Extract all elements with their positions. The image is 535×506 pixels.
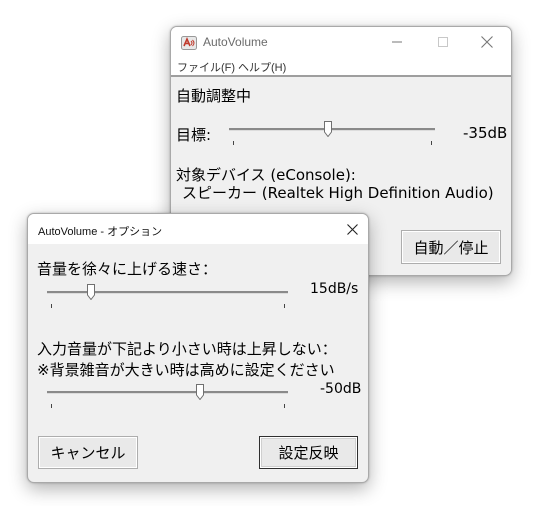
title-bar[interactable]: AutoVolume: [171, 27, 511, 57]
maximize-icon: [438, 37, 448, 47]
slider-track: [47, 391, 288, 394]
slider-tick-min: [51, 304, 52, 308]
slider-track: [229, 128, 435, 131]
target-volume-slider[interactable]: [229, 121, 435, 148]
status-text: 自動調整中: [176, 87, 252, 105]
threshold-label-line2: ※背景雑音が大きい時は高めに設定ください: [37, 361, 335, 379]
slider-tick-max: [284, 404, 285, 408]
rise-speed-value: 15dB/s: [310, 281, 359, 297]
options-window: AutoVolume - オプション 音量を徐々に上げる速さ： 15dB/s 入…: [27, 213, 369, 483]
slider-track: [47, 291, 288, 294]
close-icon: [481, 36, 493, 48]
threshold-value: -50dB: [320, 381, 362, 397]
minimize-button[interactable]: [375, 27, 419, 57]
slider-thumb[interactable]: [87, 284, 95, 301]
minimize-icon: [392, 41, 402, 43]
rise-speed-slider[interactable]: [47, 284, 288, 311]
close-button[interactable]: [465, 27, 509, 57]
menu-help[interactable]: ヘルプ(H): [238, 59, 286, 75]
apply-settings-button[interactable]: 設定反映: [259, 436, 358, 469]
slider-thumb[interactable]: [196, 384, 204, 401]
options-close-button[interactable]: [342, 220, 362, 238]
close-icon: [346, 223, 358, 235]
window-title: AutoVolume: [203, 35, 268, 49]
autovolume-app-icon: [181, 35, 197, 50]
options-title-bar[interactable]: AutoVolume - オプション: [28, 214, 368, 244]
threshold-slider[interactable]: [47, 384, 288, 411]
menu-file[interactable]: ファイル(F): [177, 59, 235, 75]
slider-tick-max: [431, 141, 432, 145]
cancel-button[interactable]: キャンセル: [38, 436, 138, 469]
target-label: 目標:: [176, 126, 212, 144]
slider-thumb[interactable]: [324, 121, 332, 138]
slider-tick-min: [51, 404, 52, 408]
slider-tick-max: [284, 304, 285, 308]
target-value: -35dB: [463, 124, 508, 142]
slider-tick-min: [233, 141, 234, 145]
threshold-label-line1: 入力音量が下記より小さい時は上昇しない：: [37, 340, 337, 358]
auto-stop-button[interactable]: 自動／停止: [401, 230, 501, 264]
options-window-title: AutoVolume - オプション: [38, 226, 163, 238]
device-name: スピーカー (Realtek High Definition Audio): [182, 184, 494, 202]
maximize-button[interactable]: [421, 27, 465, 57]
rise-speed-label: 音量を徐々に上げる速さ：: [37, 260, 218, 278]
menu-bar: ファイル(F) ヘルプ(H): [171, 57, 511, 75]
